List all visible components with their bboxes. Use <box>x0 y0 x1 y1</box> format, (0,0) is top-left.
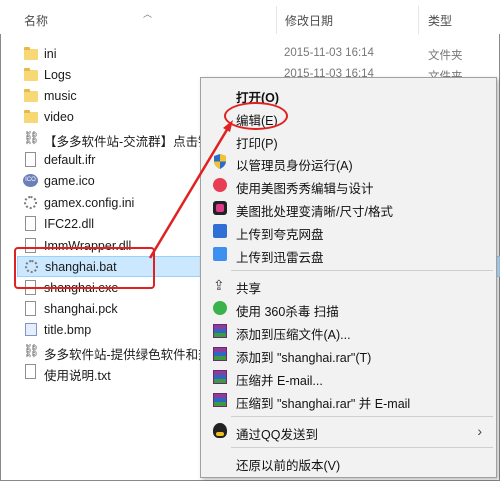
annotation-arrow <box>148 120 233 259</box>
